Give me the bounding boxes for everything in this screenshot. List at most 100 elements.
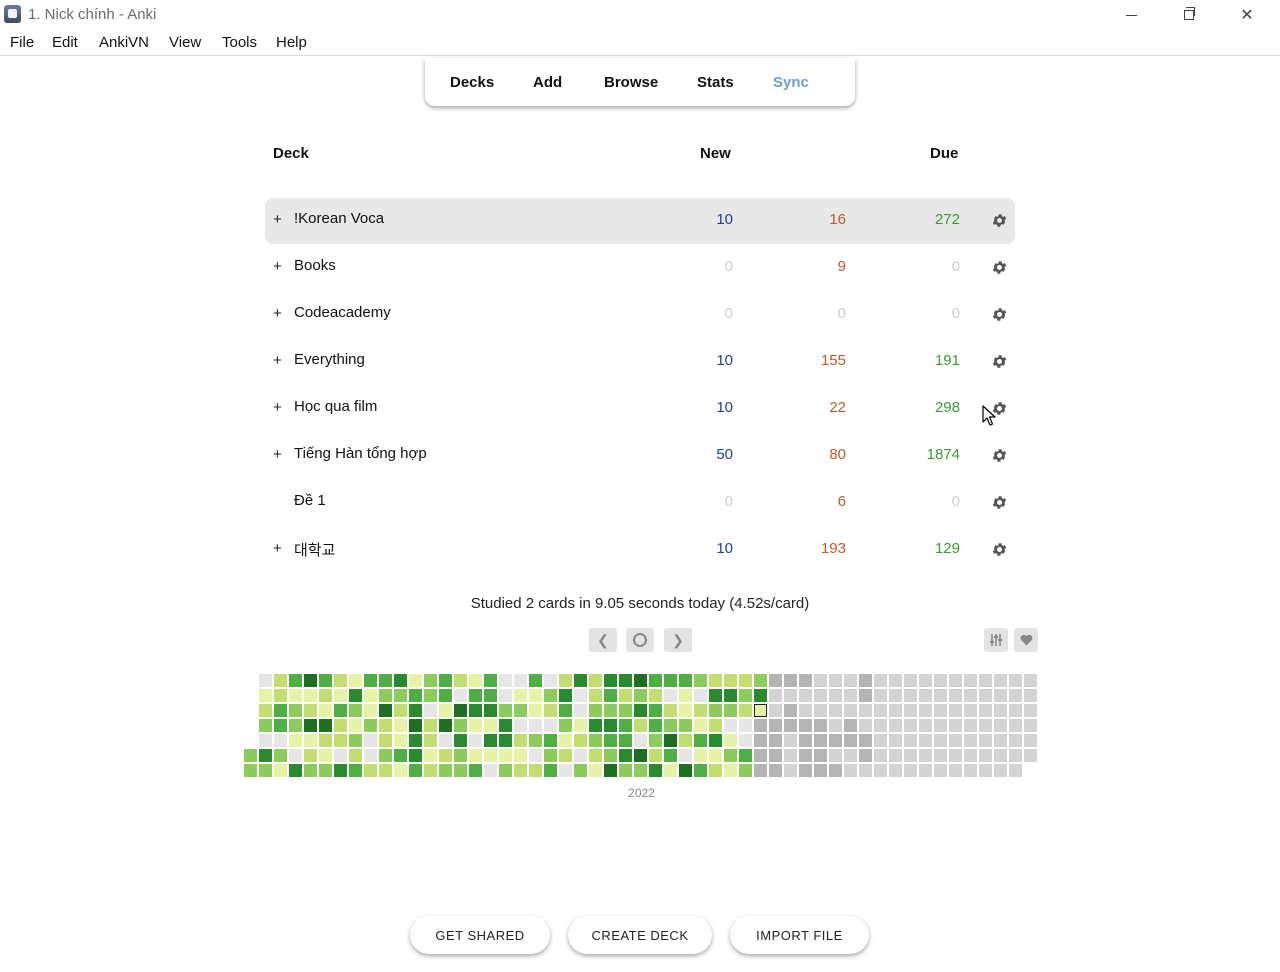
- heatmap-day[interactable]: [694, 764, 707, 777]
- heatmap-day[interactable]: [334, 704, 347, 717]
- expand-toggle[interactable]: +: [273, 258, 282, 275]
- gear-icon[interactable]: [991, 494, 1008, 511]
- heatmap-day[interactable]: [814, 719, 827, 732]
- heatmap-day[interactable]: [439, 704, 452, 717]
- heatmap-day[interactable]: [754, 674, 767, 687]
- heatmap-day[interactable]: [949, 734, 962, 747]
- heatmap-day[interactable]: [919, 719, 932, 732]
- heatmap-day[interactable]: [709, 749, 722, 762]
- heatmap-day[interactable]: [439, 764, 452, 777]
- heatmap-day[interactable]: [769, 719, 782, 732]
- heatmap-day[interactable]: [964, 674, 977, 687]
- heatmap-day[interactable]: [994, 764, 1007, 777]
- heatmap-day[interactable]: [544, 749, 557, 762]
- heatmap-day[interactable]: [694, 734, 707, 747]
- heatmap-day[interactable]: [1024, 689, 1037, 702]
- menu-view[interactable]: View: [169, 34, 201, 51]
- heatmap-day[interactable]: [874, 704, 887, 717]
- heatmap-day[interactable]: [409, 674, 422, 687]
- heatmap-day[interactable]: [1009, 704, 1022, 717]
- heatmap-day[interactable]: [319, 734, 332, 747]
- heatmap-day[interactable]: [934, 689, 947, 702]
- heatmap-day[interactable]: [679, 719, 692, 732]
- menu-ankivn[interactable]: AnkiVN: [99, 34, 149, 51]
- heatmap-day[interactable]: [949, 704, 962, 717]
- heatmap-day[interactable]: [889, 734, 902, 747]
- heatmap-day[interactable]: [349, 749, 362, 762]
- heatmap-day[interactable]: [304, 704, 317, 717]
- heatmap-day[interactable]: [859, 719, 872, 732]
- heatmap-day[interactable]: [964, 704, 977, 717]
- heatmap-day[interactable]: [619, 719, 632, 732]
- heatmap-day[interactable]: [1009, 734, 1022, 747]
- heatmap-day[interactable]: [574, 764, 587, 777]
- heatmap-day[interactable]: [994, 689, 1007, 702]
- heatmap-day[interactable]: [859, 764, 872, 777]
- heatmap-day[interactable]: [724, 689, 737, 702]
- heatmap-day[interactable]: [454, 749, 467, 762]
- heatmap-day[interactable]: [724, 764, 737, 777]
- heatmap-day[interactable]: [679, 704, 692, 717]
- expand-toggle[interactable]: +: [273, 446, 282, 463]
- heatmap-day[interactable]: [484, 734, 497, 747]
- close-button[interactable]: ✕: [1218, 0, 1276, 30]
- heatmap-day[interactable]: [334, 719, 347, 732]
- deck-row[interactable]: + Học qua film 10 22 298: [265, 385, 1015, 432]
- heatmap-day[interactable]: [994, 674, 1007, 687]
- heatmap-day[interactable]: [589, 749, 602, 762]
- heatmap-day[interactable]: [814, 749, 827, 762]
- heatmap-day[interactable]: [634, 764, 647, 777]
- heatmap-day[interactable]: [919, 689, 932, 702]
- heatmap-day[interactable]: [709, 719, 722, 732]
- heatmap-day[interactable]: [769, 734, 782, 747]
- heatmap-day[interactable]: [799, 704, 812, 717]
- heatmap-day[interactable]: [334, 689, 347, 702]
- heatmap-day[interactable]: [679, 674, 692, 687]
- deck-name[interactable]: !Korean Voca: [294, 210, 384, 227]
- heatmap-day[interactable]: [799, 674, 812, 687]
- heatmap-day[interactable]: [274, 689, 287, 702]
- heatmap-day[interactable]: [499, 704, 512, 717]
- heatmap-day[interactable]: [394, 734, 407, 747]
- heatmap-day[interactable]: [739, 689, 752, 702]
- heatmap-day[interactable]: [784, 749, 797, 762]
- heatmap-today-button[interactable]: [626, 628, 654, 652]
- heatmap-day[interactable]: [964, 764, 977, 777]
- heatmap-day[interactable]: [604, 704, 617, 717]
- heatmap-day[interactable]: [334, 674, 347, 687]
- heatmap-day[interactable]: [439, 719, 452, 732]
- heatmap-day[interactable]: [529, 674, 542, 687]
- heatmap-day[interactable]: [559, 674, 572, 687]
- heatmap-day[interactable]: [649, 734, 662, 747]
- deck-name[interactable]: Books: [294, 257, 336, 274]
- heatmap-day[interactable]: [364, 704, 377, 717]
- heatmap-day[interactable]: [424, 749, 437, 762]
- heatmap-day[interactable]: [289, 704, 302, 717]
- heatmap-day[interactable]: [484, 749, 497, 762]
- toolbar-stats[interactable]: Stats: [697, 74, 734, 91]
- heatmap-day[interactable]: [799, 764, 812, 777]
- heatmap-day[interactable]: [829, 764, 842, 777]
- heatmap-day[interactable]: [454, 674, 467, 687]
- heatmap-day[interactable]: [754, 764, 767, 777]
- heatmap-day[interactable]: [604, 689, 617, 702]
- heatmap-day[interactable]: [364, 734, 377, 747]
- heatmap-day[interactable]: [724, 704, 737, 717]
- heatmap-day[interactable]: [334, 734, 347, 747]
- heatmap-day[interactable]: [424, 734, 437, 747]
- heatmap-day[interactable]: [919, 674, 932, 687]
- heatmap-day[interactable]: [259, 749, 272, 762]
- heatmap-day[interactable]: [499, 734, 512, 747]
- heatmap-day[interactable]: [559, 734, 572, 747]
- heatmap-options-button[interactable]: [984, 628, 1008, 652]
- heatmap-day[interactable]: [964, 689, 977, 702]
- heatmap-day[interactable]: [424, 704, 437, 717]
- heatmap-day[interactable]: [349, 704, 362, 717]
- heatmap-day[interactable]: [874, 749, 887, 762]
- heatmap-day[interactable]: [289, 689, 302, 702]
- heatmap-day[interactable]: [664, 674, 677, 687]
- heatmap-day[interactable]: [589, 764, 602, 777]
- heatmap-day[interactable]: [694, 719, 707, 732]
- heatmap-day[interactable]: [619, 734, 632, 747]
- heatmap-day[interactable]: [529, 689, 542, 702]
